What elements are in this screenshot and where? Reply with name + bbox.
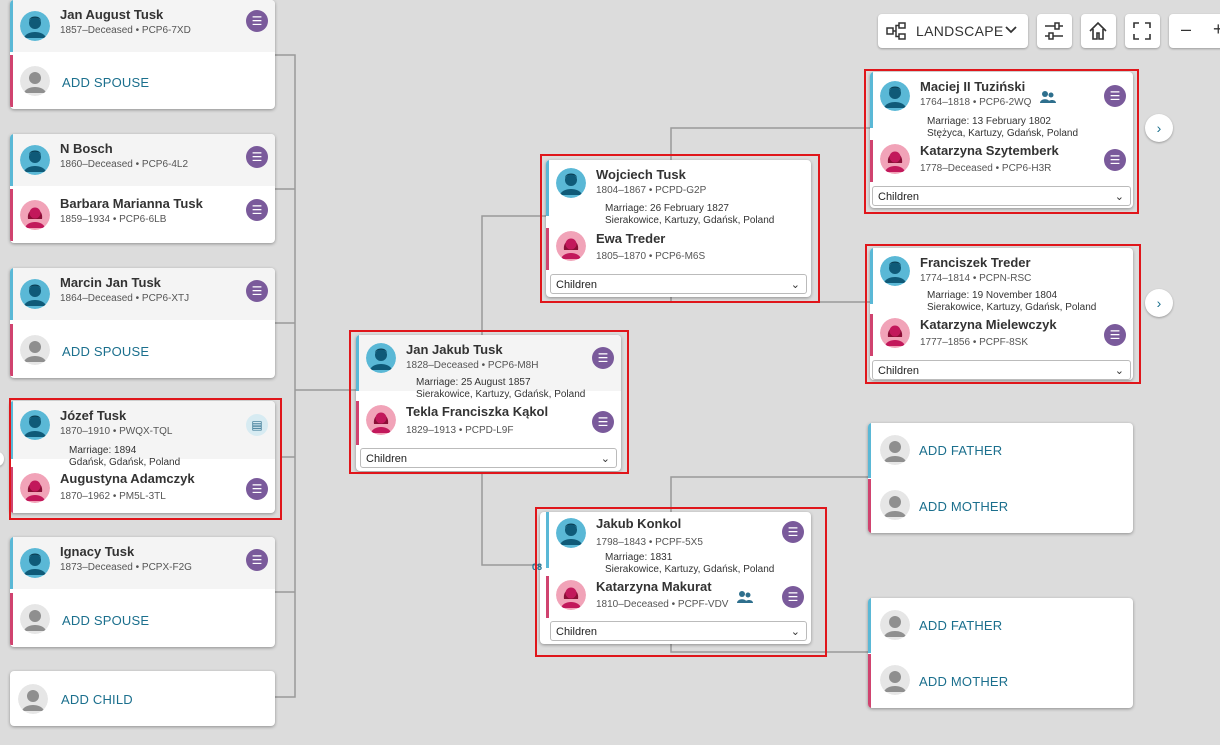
add-spouse-link[interactable]: ADD SPOUSE bbox=[62, 613, 149, 628]
add-mother-row[interactable]: ADD MOTHER bbox=[868, 654, 1133, 708]
person-name[interactable]: Marcin Jan Tusk bbox=[60, 275, 161, 290]
child-family-card: Jan August Tusk 1857–Deceased • PCP6-7XD… bbox=[10, 0, 275, 109]
add-father-row[interactable]: ADD FATHER bbox=[868, 423, 1133, 478]
add-mother-link[interactable]: ADD MOTHER bbox=[919, 674, 1008, 689]
highlight-box bbox=[540, 154, 820, 303]
person-name[interactable]: Ignacy Tusk bbox=[60, 544, 134, 559]
person-name[interactable]: Jan August Tusk bbox=[60, 7, 163, 22]
add-spouse-link[interactable]: ADD SPOUSE bbox=[62, 75, 149, 90]
unknown-avatar-icon bbox=[880, 665, 910, 695]
add-parents-card: ADD FATHER ADD MOTHER bbox=[868, 423, 1133, 533]
person-wife[interactable]: Barbara Marianna Tusk 1859–1934 • PCP6-6… bbox=[10, 189, 275, 241]
sliders-icon bbox=[1044, 21, 1064, 41]
tree-view-icon bbox=[886, 22, 906, 40]
home-button[interactable] bbox=[1081, 14, 1116, 48]
unknown-avatar-icon bbox=[20, 335, 50, 365]
add-child-link[interactable]: ADD CHILD bbox=[61, 692, 133, 707]
person-husband[interactable]: Jan August Tusk 1857–Deceased • PCP6-7XD… bbox=[10, 0, 275, 52]
unknown-avatar-icon bbox=[20, 604, 50, 634]
male-avatar-icon bbox=[20, 145, 50, 175]
chevron-down-icon bbox=[1004, 25, 1018, 35]
child-family-card: Marcin Jan Tusk 1864–Deceased • PCP6-XTJ… bbox=[10, 268, 275, 378]
add-spouse-row[interactable]: ADD SPOUSE bbox=[10, 593, 275, 645]
person-lifespan-id: 1864–Deceased • PCP6-XTJ bbox=[60, 293, 190, 304]
person-menu-icon[interactable]: ☰ bbox=[246, 146, 268, 168]
add-father-row[interactable]: ADD FATHER bbox=[868, 598, 1133, 653]
add-father-link[interactable]: ADD FATHER bbox=[919, 618, 1002, 633]
female-avatar-icon bbox=[20, 200, 50, 230]
unknown-avatar-icon bbox=[880, 435, 910, 465]
unknown-avatar-icon bbox=[18, 684, 48, 714]
add-father-link[interactable]: ADD FATHER bbox=[919, 443, 1002, 458]
fullscreen-button[interactable] bbox=[1125, 14, 1160, 48]
male-avatar-icon bbox=[20, 548, 50, 578]
add-mother-row[interactable]: ADD MOTHER bbox=[868, 479, 1133, 533]
person-lifespan-id: 1857–Deceased • PCP6-7XD bbox=[60, 25, 191, 36]
highlight-box bbox=[535, 507, 827, 657]
add-child-card[interactable]: ADD CHILD bbox=[10, 671, 275, 726]
person-husband[interactable]: Marcin Jan Tusk 1864–Deceased • PCP6-XTJ… bbox=[10, 268, 275, 320]
unknown-avatar-icon bbox=[880, 610, 910, 640]
zoom-controls: – + bbox=[1169, 14, 1220, 48]
expand-ancestors-button[interactable]: › bbox=[1145, 289, 1173, 317]
highlight-box bbox=[865, 244, 1141, 384]
add-parents-card: ADD FATHER ADD MOTHER bbox=[868, 598, 1133, 708]
zoom-out-button[interactable]: – bbox=[1181, 19, 1191, 40]
add-mother-link[interactable]: ADD MOTHER bbox=[919, 499, 1008, 514]
highlight-box bbox=[349, 330, 629, 474]
expand-ancestors-button[interactable]: › bbox=[1145, 114, 1173, 142]
person-menu-icon[interactable]: ☰ bbox=[246, 199, 268, 221]
person-lifespan-id: 1873–Deceased • PCPX-F2G bbox=[60, 562, 192, 573]
person-husband[interactable]: N Bosch 1860–Deceased • PCP6-4L2 ☰ bbox=[10, 134, 275, 186]
add-spouse-link[interactable]: ADD SPOUSE bbox=[62, 344, 149, 359]
highlight-box bbox=[864, 69, 1139, 214]
person-lifespan-id: 1859–1934 • PCP6-6LB bbox=[60, 214, 167, 225]
person-lifespan-id: 1860–Deceased • PCP6-4L2 bbox=[60, 159, 189, 170]
zoom-in-button[interactable]: + bbox=[1213, 19, 1220, 40]
child-family-card: Ignacy Tusk 1873–Deceased • PCPX-F2G ☰ A… bbox=[10, 537, 275, 647]
male-avatar-icon bbox=[20, 11, 50, 41]
unknown-avatar-icon bbox=[880, 490, 910, 520]
person-menu-icon[interactable]: ☰ bbox=[246, 549, 268, 571]
add-spouse-row[interactable]: ADD SPOUSE bbox=[10, 324, 275, 376]
highlight-box bbox=[9, 398, 282, 520]
fullscreen-icon bbox=[1132, 21, 1152, 41]
person-name[interactable]: N Bosch bbox=[60, 141, 113, 156]
person-menu-icon[interactable]: ☰ bbox=[246, 10, 268, 32]
child-family-card: N Bosch 1860–Deceased • PCP6-4L2 ☰ Barba… bbox=[10, 134, 275, 243]
add-spouse-row[interactable]: ADD SPOUSE bbox=[10, 55, 275, 107]
home-icon bbox=[1088, 21, 1108, 41]
person-husband[interactable]: Ignacy Tusk 1873–Deceased • PCPX-F2G ☰ bbox=[10, 537, 275, 589]
view-mode-dropdown[interactable]: LANDSCAPE bbox=[878, 14, 1028, 48]
person-menu-icon[interactable]: ☰ bbox=[246, 280, 268, 302]
person-name[interactable]: Barbara Marianna Tusk bbox=[60, 196, 203, 211]
tree-settings-button[interactable] bbox=[1037, 14, 1072, 48]
male-avatar-icon bbox=[20, 279, 50, 309]
unknown-avatar-icon bbox=[20, 66, 50, 96]
view-mode-label: LANDSCAPE bbox=[916, 23, 1004, 39]
